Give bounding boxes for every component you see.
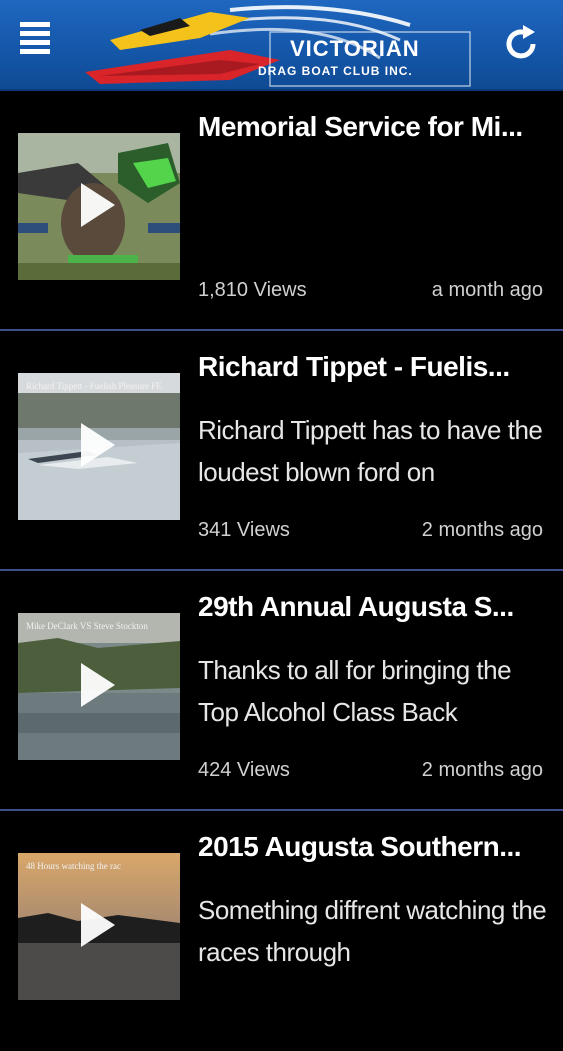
- video-thumbnail[interactable]: Richard Tippett - Fuelish Pleasure FE: [18, 373, 180, 520]
- video-views: 341 Views: [198, 519, 290, 541]
- video-list-item[interactable]: 48 Hours watching the rac 2015 Augusta S…: [0, 811, 563, 1051]
- video-description: Thanks to all for bringing the Top Alcoh…: [198, 655, 512, 727]
- video-title[interactable]: Memorial Service for Mi...: [198, 111, 523, 143]
- video-thumbnail[interactable]: 48 Hours watching the rac: [18, 853, 180, 1000]
- play-icon: [81, 663, 115, 707]
- video-title[interactable]: Richard Tippet - Fuelis...: [198, 351, 510, 383]
- hamburger-menu-icon[interactable]: [20, 22, 52, 64]
- video-thumbnail[interactable]: [18, 133, 180, 280]
- refresh-icon[interactable]: [499, 22, 543, 66]
- logo-subtitle: DRAG BOAT CLUB INC.: [258, 64, 413, 78]
- video-description: Richard Tippett has to have the loudest …: [198, 415, 543, 487]
- app-header: VICTORIAN DRAG BOAT CLUB INC.: [0, 0, 563, 91]
- video-age: 2 months ago: [421, 759, 543, 781]
- thumbnail-caption: Richard Tippett - Fuelish Pleasure FE: [26, 381, 162, 391]
- play-icon: [81, 423, 115, 467]
- thumbnail-caption: 48 Hours watching the rac: [26, 861, 121, 871]
- thumbnail-caption: Mike DeClark VS Steve Stockton: [26, 621, 148, 631]
- video-list-item[interactable]: Memorial Service for Mi... 1,810 Views a…: [0, 91, 563, 331]
- video-thumbnail[interactable]: Mike DeClark VS Steve Stockton: [18, 613, 180, 760]
- video-list: Memorial Service for Mi... 1,810 Views a…: [0, 91, 563, 1051]
- logo-title: VICTORIAN: [290, 36, 420, 61]
- video-list-item[interactable]: Richard Tippett - Fuelish Pleasure FE Ri…: [0, 331, 563, 571]
- video-views: 1,810 Views: [198, 279, 307, 301]
- video-title[interactable]: 2015 Augusta Southern...: [198, 831, 522, 863]
- club-logo: VICTORIAN DRAG BOAT CLUB INC.: [80, 0, 490, 91]
- play-icon: [81, 183, 115, 227]
- video-age: a month ago: [431, 279, 543, 301]
- video-views: 424 Views: [198, 759, 290, 781]
- play-icon: [81, 903, 115, 947]
- video-description: Something diffrent watching the races th…: [198, 895, 547, 967]
- video-title[interactable]: 29th Annual Augusta S...: [198, 591, 514, 623]
- video-age: 2 months ago: [421, 519, 543, 541]
- video-list-item[interactable]: Mike DeClark VS Steve Stockton 29th Annu…: [0, 571, 563, 811]
